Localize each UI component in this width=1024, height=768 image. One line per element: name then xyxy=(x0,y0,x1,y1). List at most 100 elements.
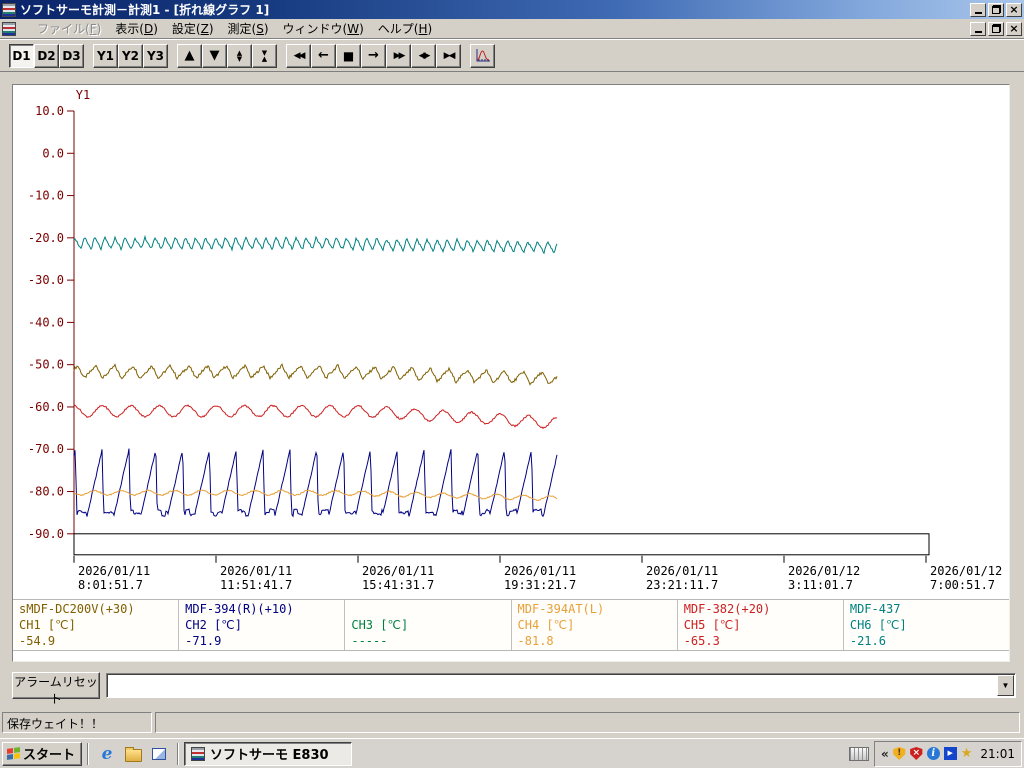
minimize-icon xyxy=(974,12,982,14)
toolbar-d1-button[interactable]: D1 xyxy=(9,43,34,68)
toolbar-compress-y-button[interactable]: ▼ ▲ xyxy=(252,43,277,68)
toolbar-stop-button[interactable]: ■ xyxy=(336,43,361,68)
star-icon[interactable]: ★ xyxy=(961,747,973,760)
svg-text:2026/01/11: 2026/01/11 xyxy=(504,564,576,578)
client-area: 10.0 0.0 -10.0 -20.0 -30.0 -40.0 -50.0 -60.0 -70… xyxy=(0,72,1024,708)
alarm-row: アラームリセット ▼ xyxy=(0,668,1024,706)
toolbar-scroll-up-button[interactable]: ▲ xyxy=(177,43,202,68)
svg-text:19:31:21.7: 19:31:21.7 xyxy=(504,578,576,592)
svg-text:11:51:41.7: 11:51:41.7 xyxy=(220,578,292,592)
svg-text:-30.0: -30.0 xyxy=(28,273,64,287)
toolbar-rewind-button[interactable]: ◀◀ xyxy=(286,43,311,68)
close-button[interactable]: × xyxy=(1006,2,1022,17)
status-panel-secondary xyxy=(155,712,1020,733)
toolbar-forward-button[interactable]: ▶▶ xyxy=(386,43,411,68)
app-icon xyxy=(191,746,206,761)
status-bar: 保存ウェイト！！ xyxy=(0,708,1024,738)
title-bar: ソフトサーモ計測－計測1 - [折れ線グラフ 1] × xyxy=(0,0,1024,19)
child-minimize-button[interactable] xyxy=(970,21,986,36)
toolbar-scroll-down-button[interactable]: ▼ xyxy=(202,43,227,68)
svg-text:3:11:01.7: 3:11:01.7 xyxy=(788,578,853,592)
svg-text:2026/01/12: 2026/01/12 xyxy=(788,564,860,578)
svg-text:-90.0: -90.0 xyxy=(28,527,64,541)
taskbar: スタート e ソフトサーモ E830 « ! × i ▶ ★ 21:01 xyxy=(0,738,1024,768)
svg-text:-70.0: -70.0 xyxy=(28,442,64,456)
svg-text:15:41:31.7: 15:41:31.7 xyxy=(362,578,434,592)
tray-expand-icon[interactable]: « xyxy=(881,747,889,761)
menu-bar: ファイル(F) 表示(D) 設定(Z) 測定(S) ウィンドウ(W) ヘルプ(H) × xyxy=(0,19,1024,39)
svg-text:-80.0: -80.0 xyxy=(28,485,64,499)
security-warning-icon[interactable]: ! xyxy=(893,747,906,760)
restore-icon xyxy=(991,5,1001,14)
menu-window[interactable]: ウィンドウ(W) xyxy=(276,18,371,39)
toolbar-compress-x-button[interactable]: ▶◀ xyxy=(436,43,461,68)
legend-ch5: MDF-382(+20) CH5 [℃] -65.3 xyxy=(678,600,844,650)
svg-text:0.0: 0.0 xyxy=(42,146,64,160)
menu-view[interactable]: 表示(D) xyxy=(108,18,165,39)
menu-file[interactable]: ファイル(F) xyxy=(30,18,108,39)
windows-logo-icon xyxy=(7,747,20,760)
task-label: ソフトサーモ E830 xyxy=(210,748,329,763)
legend-ch4: MDF-394AT(L) CH4 [℃] -81.8 xyxy=(512,600,678,650)
taskbar-clock: 21:01 xyxy=(980,746,1015,761)
toolbar-expand-x-button[interactable]: ◀▶ xyxy=(411,43,436,68)
internet-explorer-icon[interactable]: e xyxy=(98,744,116,764)
line-graph-panel: 10.0 0.0 -10.0 -20.0 -30.0 -40.0 -50.0 -60.0 -70… xyxy=(12,84,1010,662)
restore-icon xyxy=(991,24,1001,33)
svg-text:2026/01/12: 2026/01/12 xyxy=(930,564,1002,578)
line-chart: 10.0 0.0 -10.0 -20.0 -30.0 -40.0 -50.0 -60.0 -70… xyxy=(28,88,1002,592)
alarm-dropdown-value xyxy=(107,674,996,697)
toolbar-graph-settings-button[interactable] xyxy=(470,43,495,68)
svg-text:10.0: 10.0 xyxy=(35,104,64,118)
svg-text:-40.0: -40.0 xyxy=(28,315,64,329)
child-close-button[interactable]: × xyxy=(1006,21,1022,36)
keyboard-layout-icon[interactable] xyxy=(848,746,869,761)
show-desktop-icon[interactable] xyxy=(150,745,168,763)
document-icon[interactable] xyxy=(2,21,16,36)
tray-icon-box: « ! × i ▶ ★ 21:01 xyxy=(873,740,1022,767)
window-title: ソフトサーモ計測－計測1 - [折れ線グラフ 1] xyxy=(20,3,270,17)
svg-text:-60.0: -60.0 xyxy=(28,400,64,414)
menu-help[interactable]: ヘルプ(H) xyxy=(371,18,439,39)
toolbar: D1 D2 D3 Y1 Y2 Y3 ▲ ▼ ▲ ▼ ▼ ▲ ◀◀ ← ■ → ▶▶ ◀▶ ▶◀ xyxy=(0,40,1024,72)
dropdown-arrow-icon[interactable]: ▼ xyxy=(997,675,1014,696)
alarm-dropdown[interactable]: ▼ xyxy=(106,673,1016,698)
folder-icon[interactable] xyxy=(124,745,142,763)
restore-button[interactable] xyxy=(988,2,1004,17)
toolbar-expand-y-button[interactable]: ▲ ▼ xyxy=(227,43,252,68)
menu-measure[interactable]: 測定(S) xyxy=(221,18,276,39)
legend-ch2: MDF-394(R)(+10) CH2 [℃] -71.9 xyxy=(179,600,346,650)
svg-text:2026/01/11: 2026/01/11 xyxy=(220,564,292,578)
toolbar-d2-button[interactable]: D2 xyxy=(34,43,59,68)
child-restore-button[interactable] xyxy=(988,21,1004,36)
alarm-reset-button[interactable]: アラームリセット xyxy=(12,672,100,706)
toolbar-d3-button[interactable]: D3 xyxy=(59,43,84,68)
toolbar-y3-button[interactable]: Y3 xyxy=(143,43,168,68)
task-button-softthermo[interactable]: ソフトサーモ E830 xyxy=(184,741,353,766)
minimize-button[interactable] xyxy=(970,2,986,17)
toolbar-step-back-button[interactable]: ← xyxy=(311,43,336,68)
legend-ch3: CH3 [℃] ----- xyxy=(345,600,512,650)
start-label: スタート xyxy=(23,748,76,763)
info-balloon-icon[interactable]: i xyxy=(926,747,940,760)
toolbar-y2-button[interactable]: Y2 xyxy=(118,43,143,68)
svg-text:2026/01/11: 2026/01/11 xyxy=(646,564,718,578)
system-tray: « ! × i ▶ ★ 21:01 xyxy=(848,740,1024,767)
minimize-icon xyxy=(974,31,982,33)
menu-items: ファイル(F) 表示(D) 設定(Z) 測定(S) ウィンドウ(W) ヘルプ(H) xyxy=(30,18,968,39)
menu-settings[interactable]: 設定(Z) xyxy=(165,18,221,39)
svg-text:-10.0: -10.0 xyxy=(28,189,64,203)
app-icon xyxy=(2,2,16,17)
app-window: ソフトサーモ計測－計測1 - [折れ線グラフ 1] × ファイル(F) 表示(D)… xyxy=(0,0,1024,768)
svg-text:Y1: Y1 xyxy=(76,88,90,102)
svg-text:7:00:51.7: 7:00:51.7 xyxy=(930,578,995,592)
taskbar-separator xyxy=(87,742,90,765)
start-button[interactable]: スタート xyxy=(2,741,83,766)
status-message: 保存ウェイト！！ xyxy=(2,712,152,733)
toolbar-step-forward-button[interactable]: → xyxy=(361,43,386,68)
toolbar-y1-button[interactable]: Y1 xyxy=(93,43,118,68)
svg-text:-50.0: -50.0 xyxy=(28,358,64,372)
svg-text:-20.0: -20.0 xyxy=(28,231,64,245)
media-play-icon[interactable]: ▶ xyxy=(943,747,957,760)
security-error-icon[interactable]: × xyxy=(910,747,923,760)
